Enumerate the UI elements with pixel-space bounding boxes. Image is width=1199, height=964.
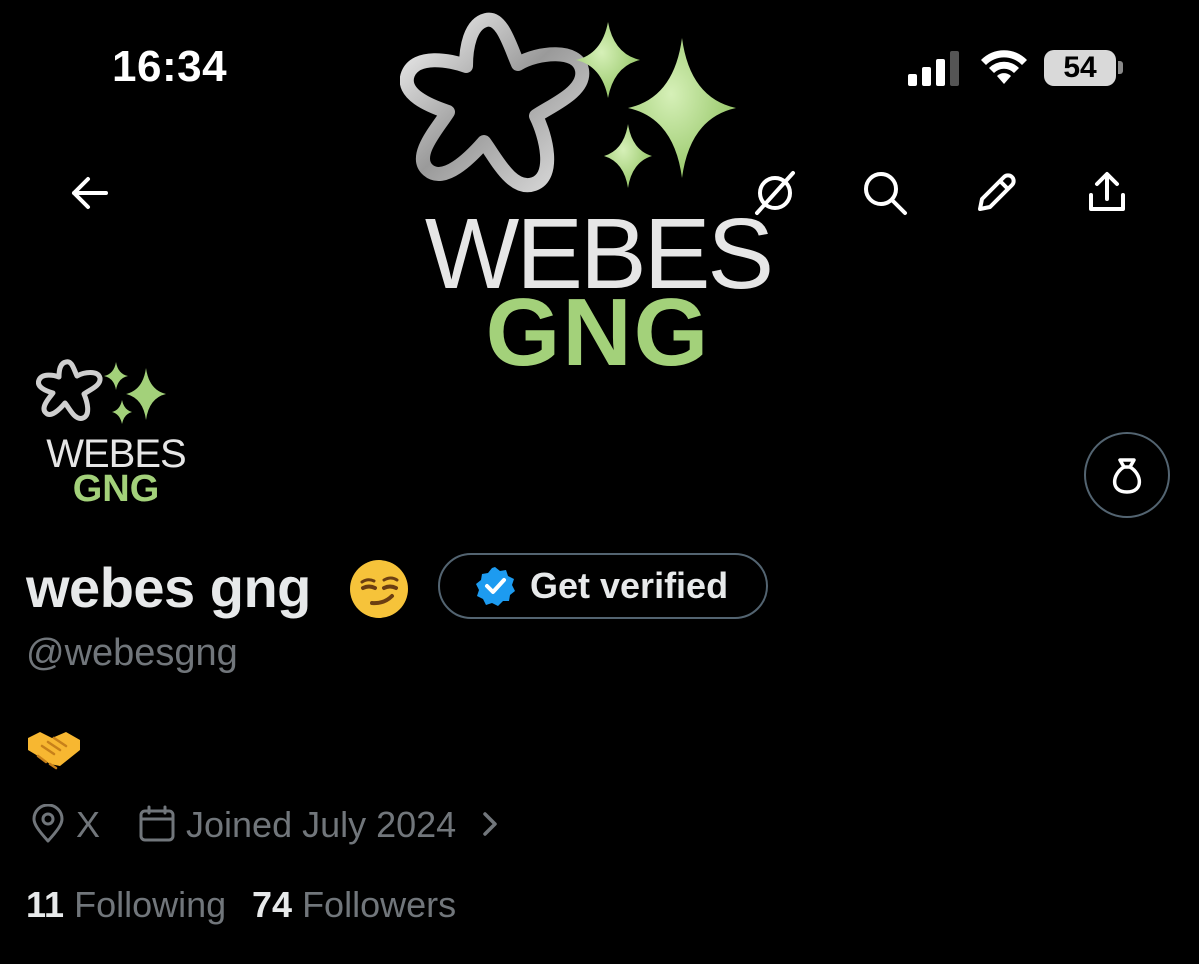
share-button[interactable] [1077,163,1137,223]
get-verified-button[interactable]: Get verified [438,553,768,619]
banner-title-gng: GNG [485,279,711,386]
avatar-star-sparkles-art [36,359,166,424]
wifi-icon [981,50,1027,84]
verified-badge-icon [476,567,515,606]
search-button[interactable] [855,163,915,223]
back-button[interactable] [60,163,120,223]
battery-level: 54 [1063,51,1097,84]
share-icon [1089,172,1125,211]
grok-button[interactable] [745,163,805,223]
chevron-right-icon[interactable] [476,806,504,842]
status-time: 16:34 [112,42,228,91]
followers-count: 74 [252,884,293,925]
following-label: Following [74,884,227,925]
followers-label: Followers [302,884,457,925]
profile-location: X [76,804,101,845]
search-icon [864,172,907,215]
followers-link[interactable]: 74 Followers [252,884,456,926]
grok-icon [755,171,795,215]
tip-button[interactable] [1084,432,1170,518]
following-link[interactable]: 11 Following [26,884,226,926]
get-verified-label: Get verified [530,565,729,606]
cellular-signal-icon [908,51,959,86]
avatar-title-gng: GNG [72,468,160,510]
following-count: 11 [26,884,65,925]
profile-handle: @webesgng [26,632,238,674]
calendar-icon [139,805,175,842]
money-bag-icon [1112,458,1142,494]
edit-pencil-icon [978,173,1016,211]
battery-tip [1118,61,1123,74]
battery-indicator: 54 [1044,50,1116,86]
back-arrow-icon [72,177,108,209]
edit-button[interactable] [966,163,1026,223]
smirking-face-emoji [350,560,408,618]
location-icon [32,804,64,843]
handshake-emoji [28,732,80,770]
display-name: webes gng [26,556,311,619]
profile-joined-date[interactable]: Joined July 2024 [186,804,456,846]
